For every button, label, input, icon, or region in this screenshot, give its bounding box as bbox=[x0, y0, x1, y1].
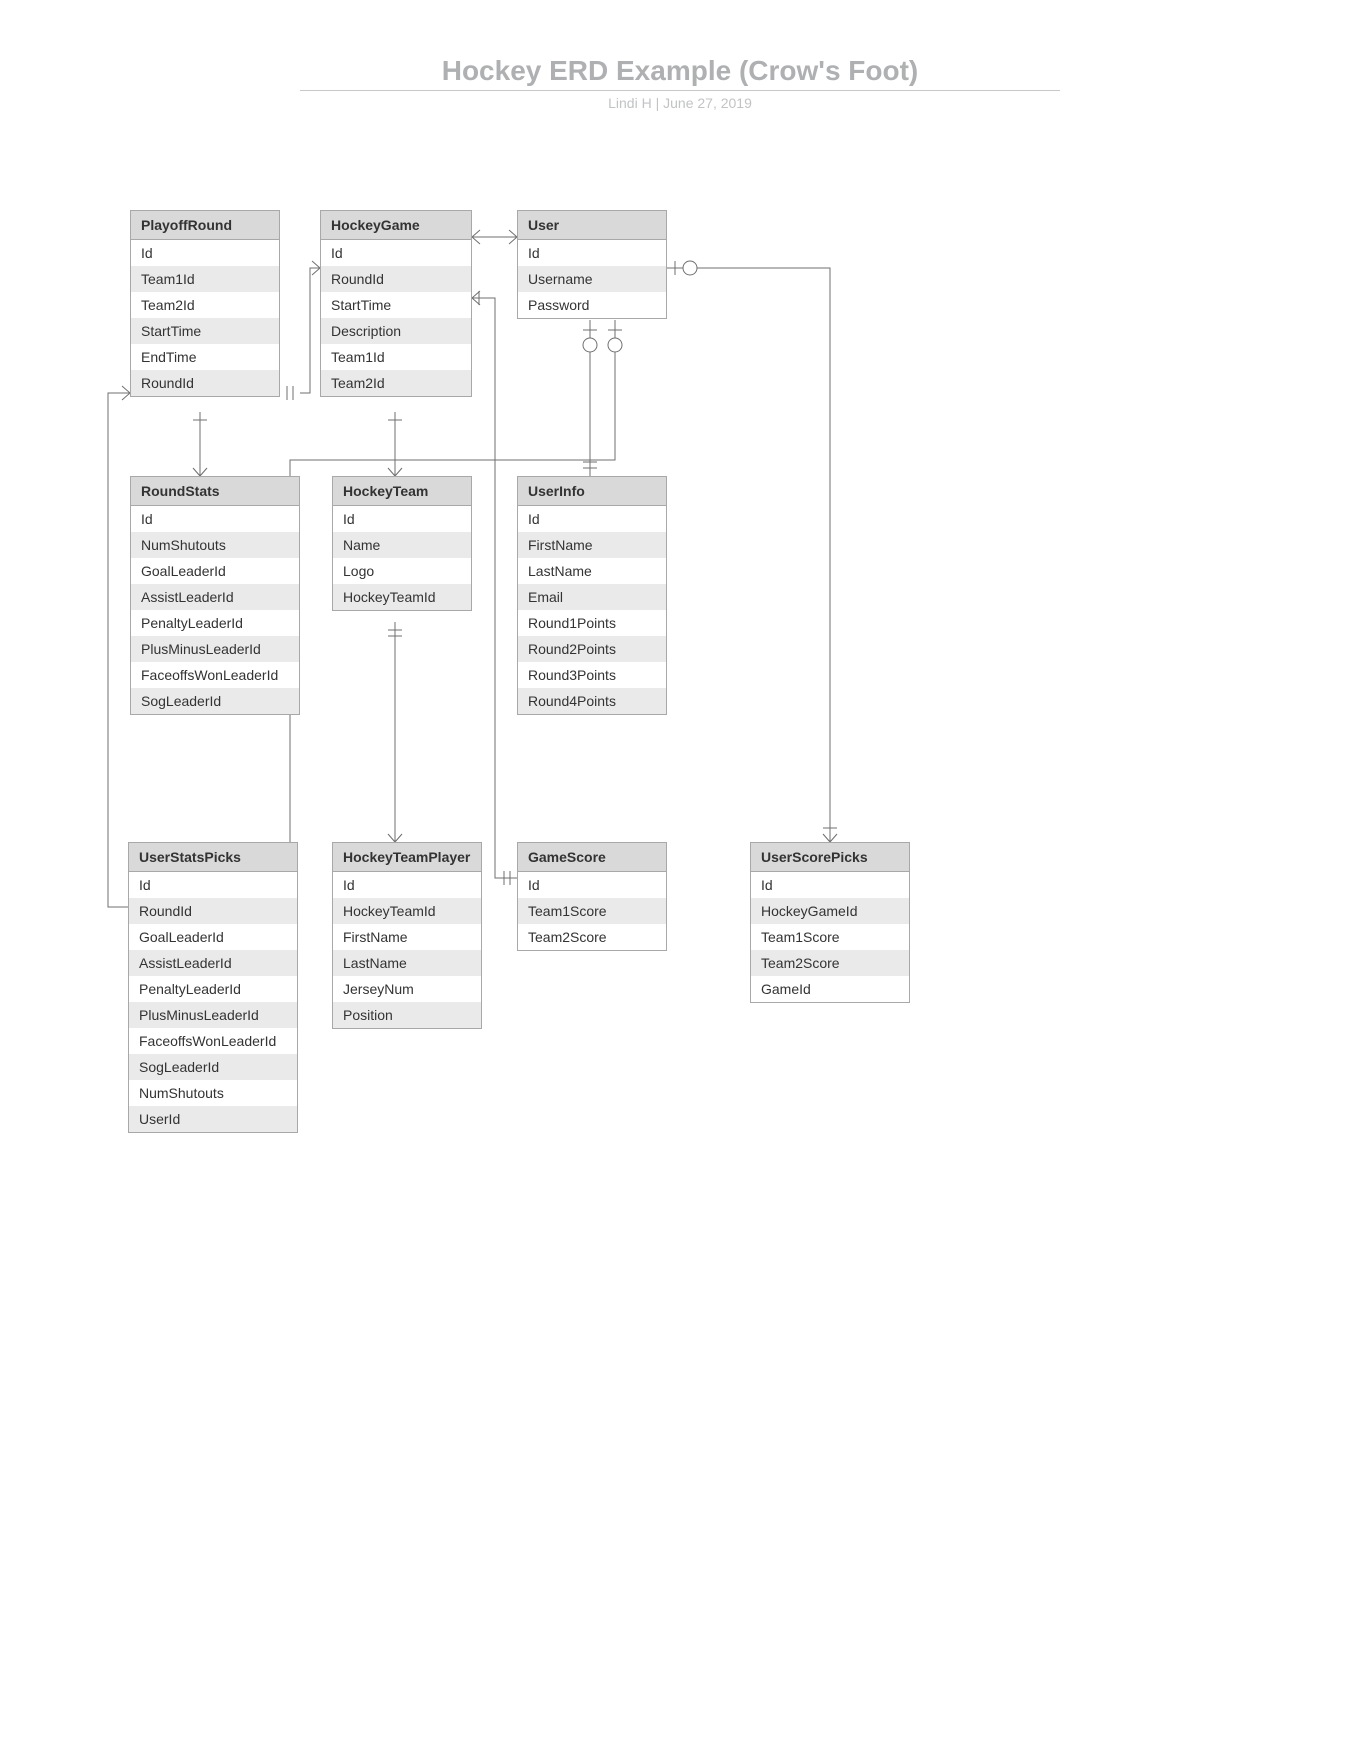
field: FirstName bbox=[518, 532, 666, 558]
field: HockeyGameId bbox=[751, 898, 909, 924]
field: LastName bbox=[518, 558, 666, 584]
entity-header: HockeyGame bbox=[321, 211, 471, 240]
entity-header: PlayoffRound bbox=[131, 211, 279, 240]
field: Description bbox=[321, 318, 471, 344]
entity-header: UserStatsPicks bbox=[129, 843, 297, 872]
entity-header: UserInfo bbox=[518, 477, 666, 506]
field: Id bbox=[751, 872, 909, 898]
entity-header: User bbox=[518, 211, 666, 240]
page-subtitle: Lindi H | June 27, 2019 bbox=[0, 95, 1360, 111]
diagram-canvas: Hockey ERD Example (Crow's Foot) Lindi H… bbox=[0, 0, 1360, 1760]
entity-user-info[interactable]: UserInfo Id FirstName LastName Email Rou… bbox=[517, 476, 667, 715]
field: Team2Score bbox=[518, 924, 666, 950]
field: PlusMinusLeaderId bbox=[129, 1002, 297, 1028]
entity-header: RoundStats bbox=[131, 477, 299, 506]
field: Position bbox=[333, 1002, 481, 1028]
field: Id bbox=[321, 240, 471, 266]
field: Id bbox=[129, 872, 297, 898]
field: FaceoffsWonLeaderId bbox=[129, 1028, 297, 1054]
field: RoundId bbox=[129, 898, 297, 924]
field: Id bbox=[333, 872, 481, 898]
field: Id bbox=[333, 506, 471, 532]
entity-user[interactable]: User Id Username Password bbox=[517, 210, 667, 319]
field: RoundId bbox=[321, 266, 471, 292]
field: SogLeaderId bbox=[131, 688, 299, 714]
field: Team1Score bbox=[518, 898, 666, 924]
field: GameId bbox=[751, 976, 909, 1002]
field: Id bbox=[518, 506, 666, 532]
field: UserId bbox=[129, 1106, 297, 1132]
entity-user-stats-picks[interactable]: UserStatsPicks Id RoundId GoalLeaderId A… bbox=[128, 842, 298, 1133]
field: PenaltyLeaderId bbox=[129, 976, 297, 1002]
entity-user-score-picks[interactable]: UserScorePicks Id HockeyGameId Team1Scor… bbox=[750, 842, 910, 1003]
field: GoalLeaderId bbox=[131, 558, 299, 584]
field: PenaltyLeaderId bbox=[131, 610, 299, 636]
field: Round4Points bbox=[518, 688, 666, 714]
field: Round3Points bbox=[518, 662, 666, 688]
field: StartTime bbox=[321, 292, 471, 318]
field: Logo bbox=[333, 558, 471, 584]
field: Team2Score bbox=[751, 950, 909, 976]
field: EndTime bbox=[131, 344, 279, 370]
entity-hockey-team[interactable]: HockeyTeam Id Name Logo HockeyTeamId bbox=[332, 476, 472, 611]
page-title: Hockey ERD Example (Crow's Foot) bbox=[0, 55, 1360, 87]
field: StartTime bbox=[131, 318, 279, 344]
entity-hockey-game[interactable]: HockeyGame Id RoundId StartTime Descript… bbox=[320, 210, 472, 397]
field: PlusMinusLeaderId bbox=[131, 636, 299, 662]
field: FaceoffsWonLeaderId bbox=[131, 662, 299, 688]
field: Team1Id bbox=[321, 344, 471, 370]
field: Team1Score bbox=[751, 924, 909, 950]
field: LastName bbox=[333, 950, 481, 976]
field: Id bbox=[518, 240, 666, 266]
field: JerseyNum bbox=[333, 976, 481, 1002]
field: Team2Id bbox=[321, 370, 471, 396]
entity-header: GameScore bbox=[518, 843, 666, 872]
entity-header: HockeyTeamPlayer bbox=[333, 843, 481, 872]
field: NumShutouts bbox=[129, 1080, 297, 1106]
field: Team2Id bbox=[131, 292, 279, 318]
field: Username bbox=[518, 266, 666, 292]
field: NumShutouts bbox=[131, 532, 299, 558]
field: Id bbox=[131, 506, 299, 532]
field: Email bbox=[518, 584, 666, 610]
field: FirstName bbox=[333, 924, 481, 950]
title-divider bbox=[300, 90, 1060, 91]
field: AssistLeaderId bbox=[129, 950, 297, 976]
field: HockeyTeamId bbox=[333, 898, 481, 924]
field: Round1Points bbox=[518, 610, 666, 636]
field: Name bbox=[333, 532, 471, 558]
field: HockeyTeamId bbox=[333, 584, 471, 610]
field: GoalLeaderId bbox=[129, 924, 297, 950]
entity-header: UserScorePicks bbox=[751, 843, 909, 872]
field: RoundId bbox=[131, 370, 279, 396]
entity-round-stats[interactable]: RoundStats Id NumShutouts GoalLeaderId A… bbox=[130, 476, 300, 715]
entity-playoff-round[interactable]: PlayoffRound Id Team1Id Team2Id StartTim… bbox=[130, 210, 280, 397]
entity-hockey-team-player[interactable]: HockeyTeamPlayer Id HockeyTeamId FirstNa… bbox=[332, 842, 482, 1029]
field: Team1Id bbox=[131, 266, 279, 292]
entity-header: HockeyTeam bbox=[333, 477, 471, 506]
field: Round2Points bbox=[518, 636, 666, 662]
field: Id bbox=[131, 240, 279, 266]
entity-game-score[interactable]: GameScore Id Team1Score Team2Score bbox=[517, 842, 667, 951]
field: SogLeaderId bbox=[129, 1054, 297, 1080]
field: Id bbox=[518, 872, 666, 898]
field: Password bbox=[518, 292, 666, 318]
field: AssistLeaderId bbox=[131, 584, 299, 610]
